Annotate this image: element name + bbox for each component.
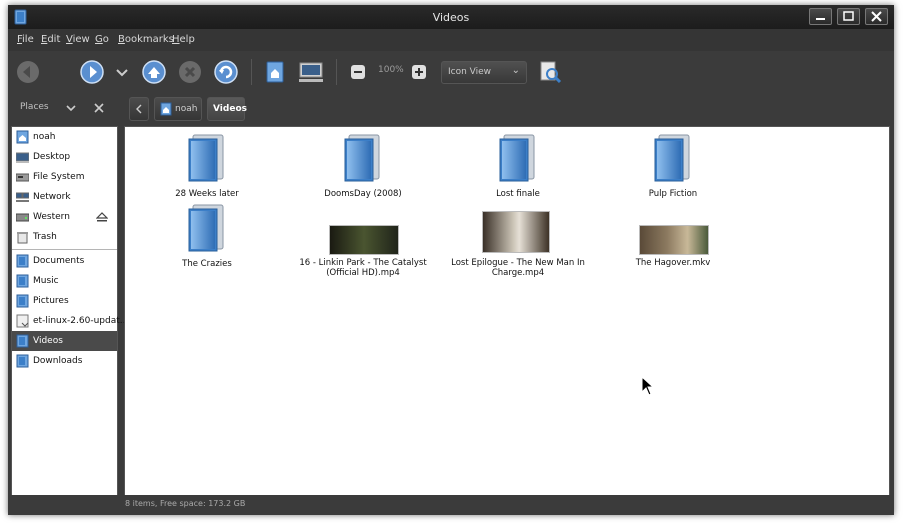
minimize-icon xyxy=(816,18,825,20)
file-item-folder[interactable]: The Crazies xyxy=(137,203,277,273)
folder-icon xyxy=(16,334,29,348)
file-label-line2: Charge.mp4 xyxy=(491,268,545,278)
sidebar-item-pictures[interactable]: Pictures xyxy=(12,291,117,311)
chevron-left-icon xyxy=(136,104,142,114)
toolbar: 100% Icon View ⌄ xyxy=(8,51,894,91)
menu-file[interactable]: File xyxy=(17,34,34,45)
sidebar-item-downloads[interactable]: Downloads xyxy=(12,351,117,371)
file-item-folder[interactable]: Lost finale xyxy=(448,133,588,203)
file-manager-window: Videos File Edit View Go Bookmarks Help xyxy=(8,5,894,515)
computer-button[interactable] xyxy=(297,60,325,84)
video-thumbnail xyxy=(639,225,709,255)
stop-button[interactable] xyxy=(178,60,202,84)
zoom-out-button[interactable] xyxy=(350,60,366,84)
folder-icon xyxy=(16,274,29,288)
view-mode-select[interactable]: Icon View ⌄ xyxy=(441,61,527,84)
home-icon xyxy=(160,102,172,116)
drive-icon xyxy=(16,213,29,222)
forward-button[interactable] xyxy=(80,60,104,84)
maximize-icon xyxy=(843,11,854,21)
minimize-button[interactable] xyxy=(809,8,832,25)
sidebar-item-music[interactable]: Music xyxy=(12,271,117,291)
file-icon xyxy=(16,314,29,328)
file-label-line1: 16 - Linkin Park - The Catalyst xyxy=(299,258,427,268)
zoom-level: 100% xyxy=(378,65,404,75)
toolbar-separator xyxy=(251,59,252,85)
chevron-down-icon: ⌄ xyxy=(511,65,520,76)
folder-icon xyxy=(499,134,535,182)
desktop-icon xyxy=(16,152,29,163)
places-dropdown-chevron-icon[interactable] xyxy=(65,102,77,114)
folder-icon xyxy=(344,134,380,182)
menu-bar: File Edit View Go Bookmarks Help xyxy=(8,29,894,51)
sidebar-item-documents[interactable]: Documents xyxy=(12,251,117,271)
file-label-line2: (Official HD).mp4 xyxy=(326,268,400,278)
video-thumbnail xyxy=(329,225,399,255)
folder-icon xyxy=(188,204,224,252)
reload-button[interactable] xyxy=(214,60,238,84)
history-dropdown-chevron-icon[interactable] xyxy=(114,60,130,84)
close-sidebar-icon[interactable] xyxy=(93,102,105,114)
video-thumbnail xyxy=(482,211,550,253)
maximize-button[interactable] xyxy=(837,8,860,25)
folder-icon xyxy=(16,294,29,308)
breadcrumb-current[interactable]: Videos xyxy=(207,97,247,121)
folder-icon xyxy=(16,254,29,268)
file-item-video[interactable]: 16 - Linkin Park - The Catalyst (Officia… xyxy=(293,203,433,283)
breadcrumb-back-button[interactable] xyxy=(129,97,149,121)
status-bar: 8 items, Free space: 173.2 GB xyxy=(8,495,894,513)
folder-icon xyxy=(16,354,29,368)
file-item-video[interactable]: The Hagover.mkv xyxy=(603,203,743,273)
home-button[interactable] xyxy=(263,60,287,84)
menu-bookmarks[interactable]: Bookmarks xyxy=(118,34,174,45)
sidebar-item-trash[interactable]: Trash xyxy=(12,227,117,247)
sidebar-item-noah[interactable]: noah xyxy=(12,127,117,147)
toolbar-separator xyxy=(336,59,337,85)
folder-icon xyxy=(188,134,224,182)
close-button[interactable] xyxy=(865,8,888,25)
filesystem-icon xyxy=(16,173,29,182)
network-icon xyxy=(16,192,29,202)
folder-icon xyxy=(654,134,690,182)
eject-icon[interactable] xyxy=(96,211,108,223)
window-title: Videos xyxy=(432,11,470,24)
sidebar-item-network[interactable]: Network xyxy=(12,187,117,207)
file-label-line1: Lost Epilogue - The New Man In xyxy=(451,258,585,268)
sidebar-item-western[interactable]: Western xyxy=(12,207,117,227)
view-mode-label: Icon View xyxy=(448,67,492,77)
breadcrumb-home[interactable]: noah xyxy=(154,97,202,121)
status-text: 8 items, Free space: 173.2 GB xyxy=(125,499,246,508)
breadcrumb-label: Videos xyxy=(213,104,247,114)
mouse-cursor-icon xyxy=(641,376,655,396)
file-item-folder[interactable]: 28 Weeks later xyxy=(137,133,277,203)
menu-go[interactable]: Go xyxy=(95,34,109,45)
trash-icon xyxy=(17,232,28,244)
menu-edit[interactable]: Edit xyxy=(41,34,60,45)
menu-help[interactable]: Help xyxy=(172,34,195,45)
breadcrumb-label: noah xyxy=(175,104,198,114)
up-button[interactable] xyxy=(142,60,166,84)
file-item-folder[interactable]: Pulp Fiction xyxy=(603,133,743,203)
file-view[interactable]: 28 Weeks later DoomsDay (2008) Lost fina… xyxy=(124,126,890,496)
sidebar-divider xyxy=(12,249,117,250)
back-button[interactable] xyxy=(16,60,40,84)
close-icon xyxy=(871,11,882,22)
search-button[interactable] xyxy=(538,60,562,84)
file-item-folder[interactable]: DoomsDay (2008) xyxy=(293,133,433,203)
places-label: Places xyxy=(20,102,49,112)
sidebar-item-et-linux[interactable]: et-linux-2.60-updat... xyxy=(12,311,128,331)
location-bar: Places noah Videos xyxy=(8,91,894,125)
home-icon xyxy=(16,130,29,144)
menu-view[interactable]: View xyxy=(66,34,90,45)
sidebar-item-file-system[interactable]: File System xyxy=(12,167,117,187)
sidebar-item-videos[interactable]: Videos xyxy=(12,331,117,351)
zoom-in-button[interactable] xyxy=(411,60,427,84)
sidebar-item-desktop[interactable]: Desktop xyxy=(12,147,117,167)
title-bar[interactable]: Videos xyxy=(8,5,894,29)
places-sidebar: noah Desktop File System Network Western… xyxy=(11,126,128,512)
file-item-video[interactable]: Lost Epilogue - The New Man In Charge.mp… xyxy=(448,203,588,283)
